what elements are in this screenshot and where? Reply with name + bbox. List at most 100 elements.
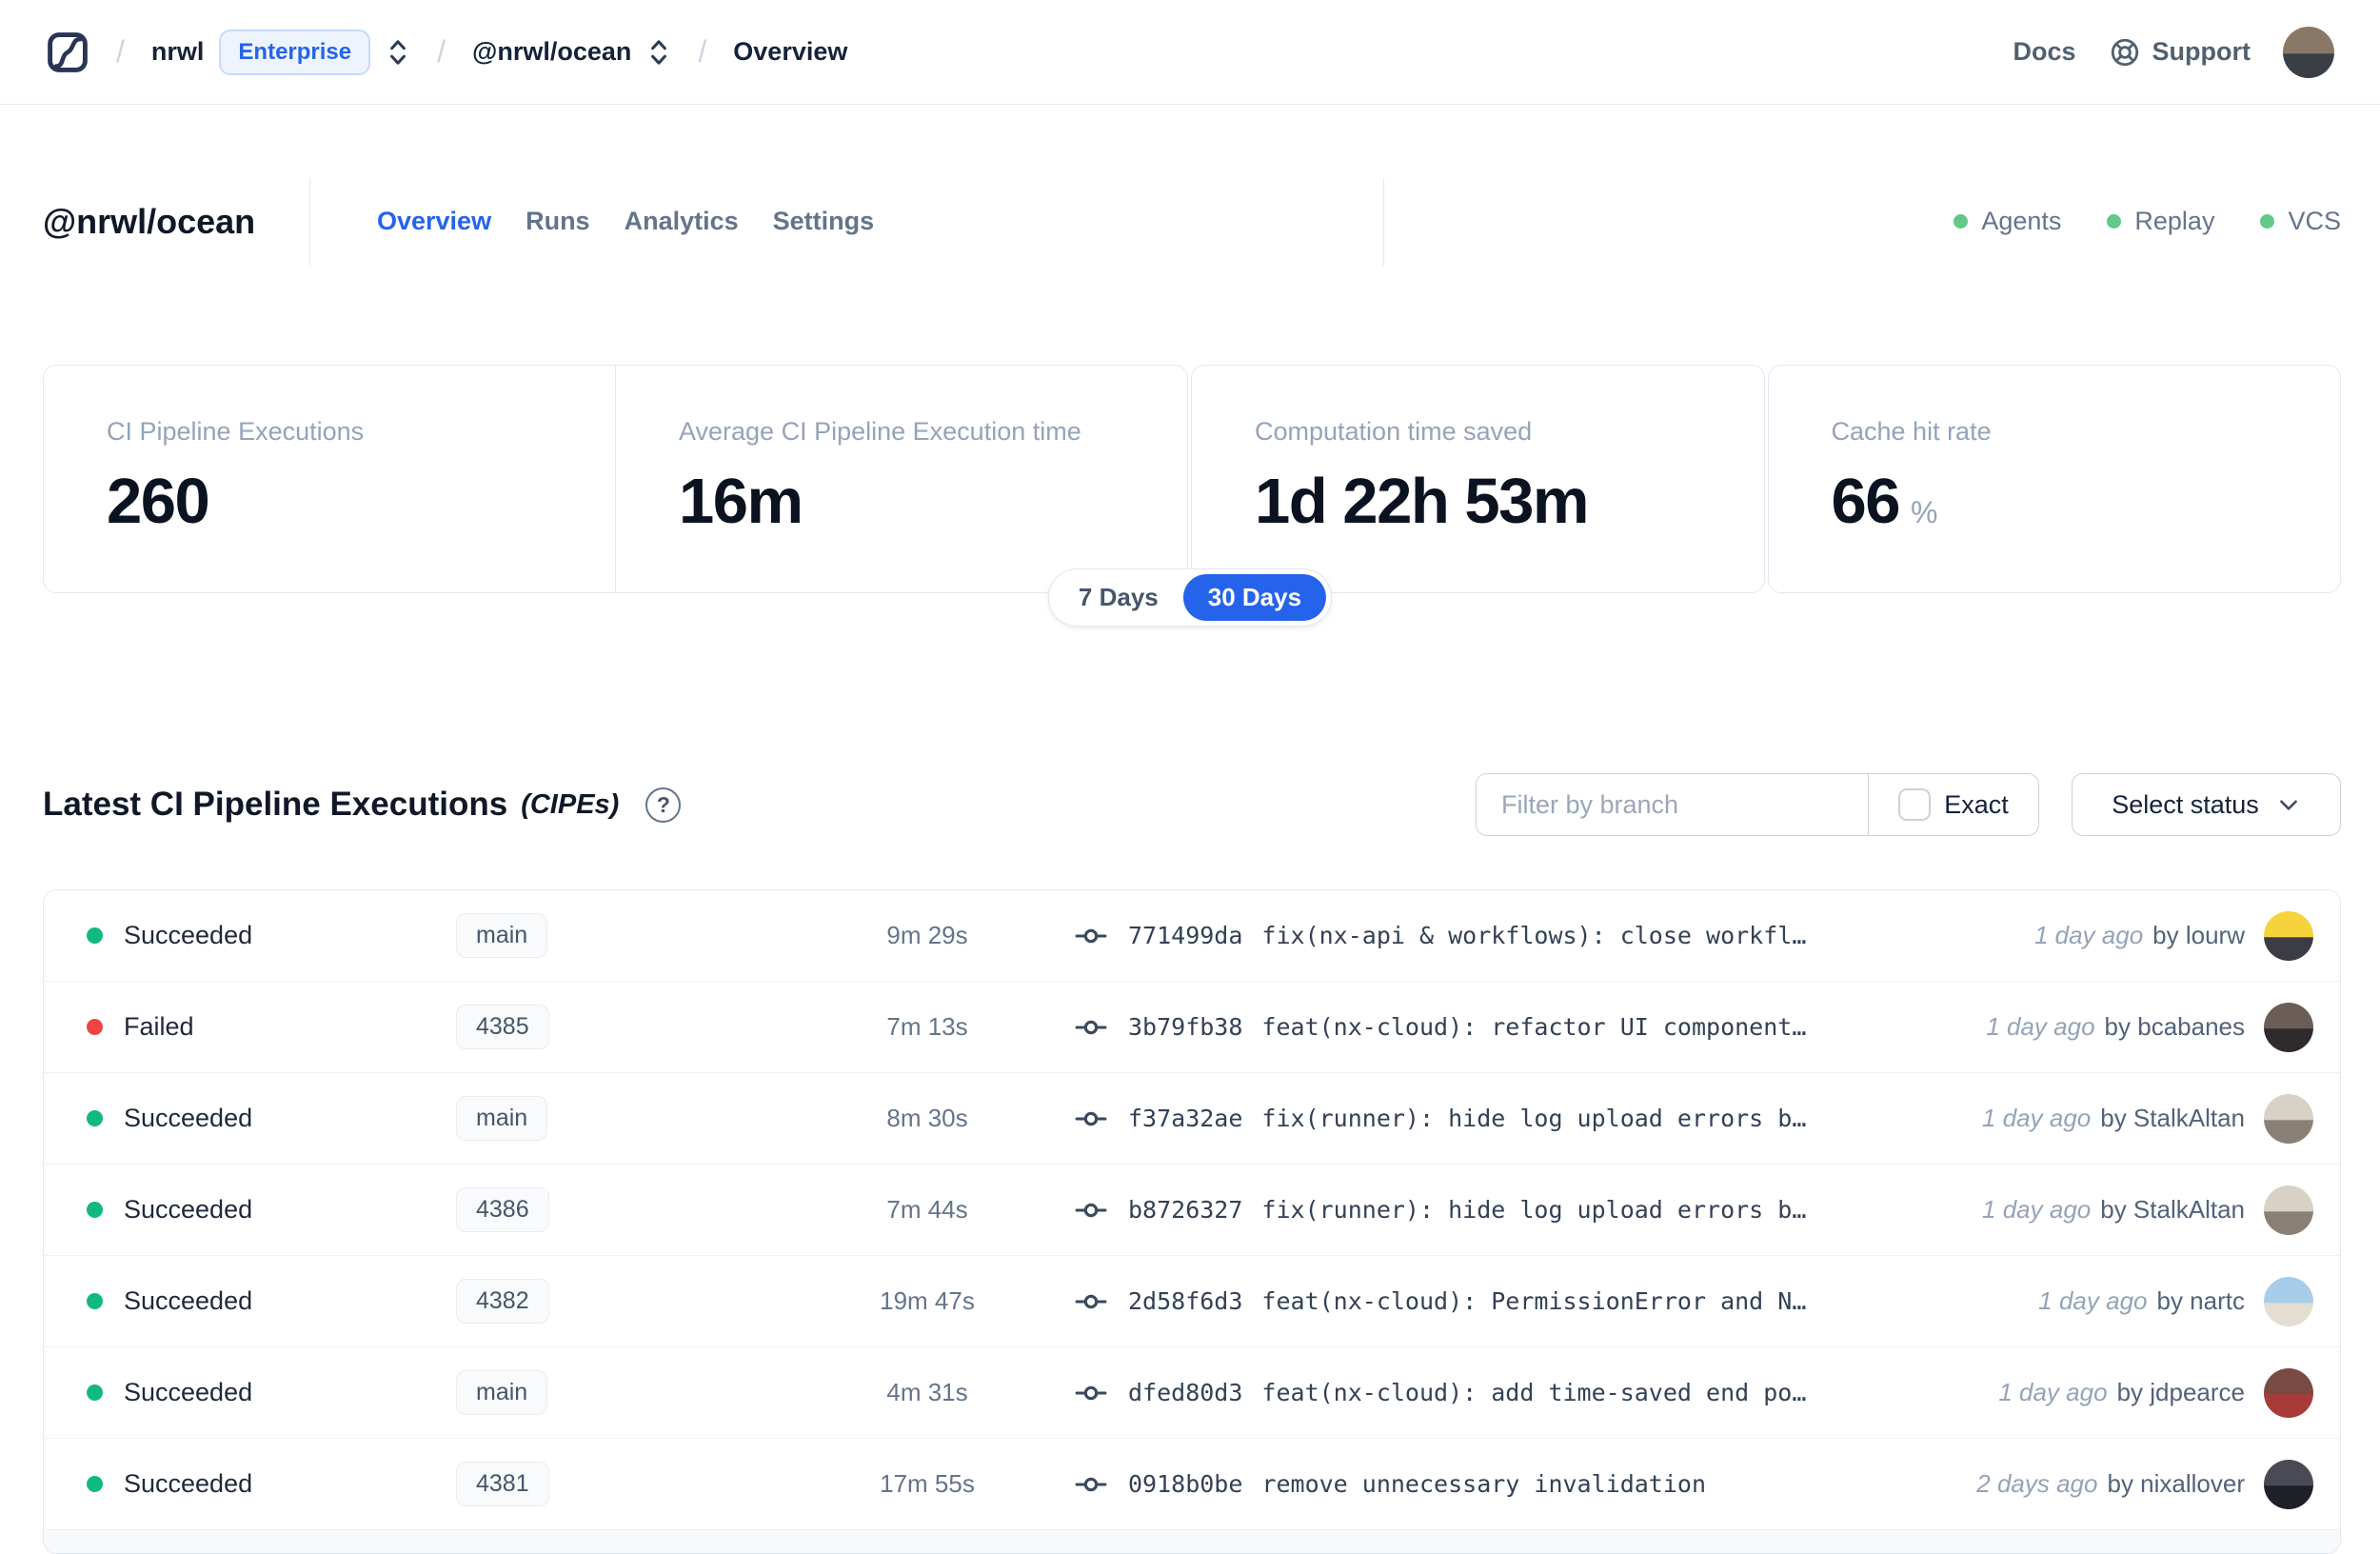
cipe-row[interactable]: Succeeded 4382 19m 47s 2d58f6d3 feat(nx-c…: [44, 1256, 2340, 1347]
duration-label: 8m 30s: [886, 1104, 968, 1132]
duration-cell: 19m 47s: [732, 1286, 1075, 1316]
date-range-toggle: 7 Days 30 Days: [1047, 568, 1333, 627]
stat-card-ci-pipeline-executions: CI Pipeline Executions 260: [44, 366, 615, 592]
status-dot-icon: [2107, 214, 2122, 229]
meta-cell: 1 day ago by StalkAltan: [1982, 1185, 2340, 1235]
section-title-suffix: (CIPEs): [521, 788, 620, 820]
commit-text: f37a32ae fix(runner): hide log upload err…: [1128, 1105, 1806, 1132]
nav-actions: Docs Support: [2013, 26, 2334, 78]
page-title: @nrwl/ocean: [43, 201, 256, 241]
time-ago-label: 1 day ago: [2038, 1286, 2148, 1315]
time-ago-label: 1 day ago: [1986, 1012, 2095, 1041]
duration-cell: 8m 30s: [732, 1104, 1075, 1133]
workspace-selector[interactable]: @nrwl/ocean: [472, 37, 671, 68]
app-logo[interactable]: [46, 30, 89, 74]
status-label: Succeeded: [124, 1104, 253, 1132]
breadcrumb: / nrwl Enterprise / @nrwl/ocean / Overvi…: [46, 29, 848, 75]
unfold-chevrons-icon: [651, 39, 667, 65]
author-label: by nartc: [2156, 1286, 2246, 1315]
branch-cell: main: [456, 1370, 732, 1415]
unfold-chevrons-icon: [390, 39, 407, 65]
org-selector[interactable]: nrwl Enterprise: [151, 29, 410, 75]
breadcrumb-separator: /: [698, 34, 707, 69]
duration-label: 4m 31s: [886, 1378, 968, 1406]
cipe-row[interactable]: Succeeded main 4m 31s dfed80d3 feat(nx-cl…: [44, 1347, 2340, 1439]
author-label: by lourw: [2152, 921, 2245, 949]
range-option-7-days[interactable]: 7 Days: [1054, 574, 1183, 621]
cipe-row[interactable]: Succeeded main 9m 29s 771499da fix(nx-api…: [44, 890, 2340, 982]
cipe-row[interactable]: Failed 4385 7m 13s 3b79fb38 feat(nx-cloud…: [44, 982, 2340, 1073]
cipe-row[interactable]: Succeeded main 8m 30s f37a32ae fix(runner…: [44, 1073, 2340, 1165]
meta-cell: 1 day ago by bcabanes: [1986, 1002, 2340, 1052]
commit-message: feat(nx-cloud): refactor UI component…: [1261, 1013, 1807, 1041]
commit-hash: 771499da: [1128, 922, 1243, 949]
cipe-row[interactable]: Succeeded 4381 17m 55s 0918b0be remove un…: [44, 1439, 2340, 1530]
stat-label: CI Pipeline Executions: [107, 417, 365, 446]
help-icon[interactable]: ?: [645, 787, 682, 823]
author-avatar: [2264, 1185, 2313, 1235]
tab-analytics[interactable]: Analytics: [625, 207, 739, 236]
tab-runs[interactable]: Runs: [526, 207, 590, 236]
divider: [1382, 177, 1384, 266]
status-select[interactable]: Select status: [2072, 773, 2341, 836]
author-label: by nixallover: [2107, 1469, 2245, 1498]
commit-cell: 0918b0be remove unnecessary invalidation: [1075, 1468, 1976, 1501]
status-cell: Succeeded: [44, 1286, 456, 1316]
branch-badge: main: [456, 1096, 548, 1141]
breadcrumb-separator: /: [437, 34, 446, 69]
cipe-row-partial: [44, 1530, 2340, 1553]
branch-cell: main: [456, 1096, 732, 1141]
status-dot-icon: [87, 1385, 103, 1401]
service-status-vcs[interactable]: VCS: [2260, 207, 2341, 236]
status-dot-icon: [87, 927, 103, 944]
branch-badge: 4381: [456, 1462, 549, 1506]
status-label: Failed: [124, 1012, 194, 1041]
git-commit-icon: [1075, 928, 1107, 943]
cipe-row[interactable]: Succeeded 4386 7m 44s b8726327 fix(runner…: [44, 1165, 2340, 1256]
exact-label[interactable]: Exact: [1944, 790, 2009, 820]
stat-value: 16m: [679, 466, 803, 537]
stat-card-cache-hit-rate: Cache hit rate 66%: [1769, 366, 2341, 592]
branch-badge: 4385: [456, 1005, 549, 1049]
branch-cell: 4381: [456, 1462, 732, 1506]
branch-cell: 4386: [456, 1187, 732, 1232]
branch-filter-input[interactable]: [1477, 774, 1868, 835]
stat-card-computation-time-saved: Computation time saved 1d 22h 53m: [1192, 366, 1764, 592]
service-status-agents[interactable]: Agents: [1954, 207, 2061, 236]
stat-card-group: Computation time saved 1d 22h 53m: [1191, 365, 1765, 593]
time-ago-label: 2 days ago: [1976, 1469, 2098, 1498]
duration-cell: 7m 44s: [732, 1195, 1075, 1225]
exact-checkbox[interactable]: [1898, 788, 1932, 821]
author-avatar: [2264, 1367, 2313, 1418]
duration-cell: 17m 55s: [732, 1469, 1075, 1499]
tab-overview[interactable]: Overview: [377, 207, 491, 236]
cipes-filters: Exact Select status: [1476, 773, 2341, 836]
range-option-30-days[interactable]: 30 Days: [1182, 574, 1327, 621]
time-ago-label: 1 day ago: [1998, 1378, 2108, 1406]
commit-cell: f37a32ae fix(runner): hide log upload err…: [1075, 1103, 1982, 1135]
support-link[interactable]: Support: [2109, 36, 2251, 69]
status-label: Succeeded: [124, 1286, 253, 1315]
breadcrumb-page: Overview: [733, 37, 848, 66]
author-avatar: [2264, 1002, 2313, 1052]
workspace-header: @nrwl/ocean Overview Runs Analytics Setting…: [43, 176, 2341, 267]
status-cell: Succeeded: [44, 1378, 456, 1407]
author-avatar: [2264, 910, 2313, 961]
duration-label: 19m 47s: [880, 1286, 975, 1315]
support-label: Support: [2152, 37, 2251, 66]
service-status-replay[interactable]: Replay: [2107, 207, 2214, 236]
duration-cell: 7m 13s: [732, 1012, 1075, 1042]
cipes-table: Succeeded main 9m 29s 771499da fix(nx-api…: [43, 889, 2341, 1554]
chevron-down-icon: [2279, 800, 2297, 810]
status-dot-icon: [87, 1110, 103, 1126]
commit-hash: 3b79fb38: [1128, 1013, 1243, 1041]
docs-link[interactable]: Docs: [2013, 37, 2075, 67]
user-avatar[interactable]: [2283, 26, 2334, 78]
commit-message: feat(nx-cloud): PermissionError and N…: [1261, 1287, 1807, 1315]
workspace-name: @nrwl/ocean: [472, 37, 632, 66]
status-dot-icon: [87, 1293, 103, 1309]
tab-settings[interactable]: Settings: [773, 207, 875, 236]
commit-text: 2d58f6d3 feat(nx-cloud): PermissionError …: [1128, 1287, 1806, 1315]
status-dot-icon: [87, 1019, 103, 1035]
meta-cell: 1 day ago by jdpearce: [1998, 1367, 2340, 1418]
